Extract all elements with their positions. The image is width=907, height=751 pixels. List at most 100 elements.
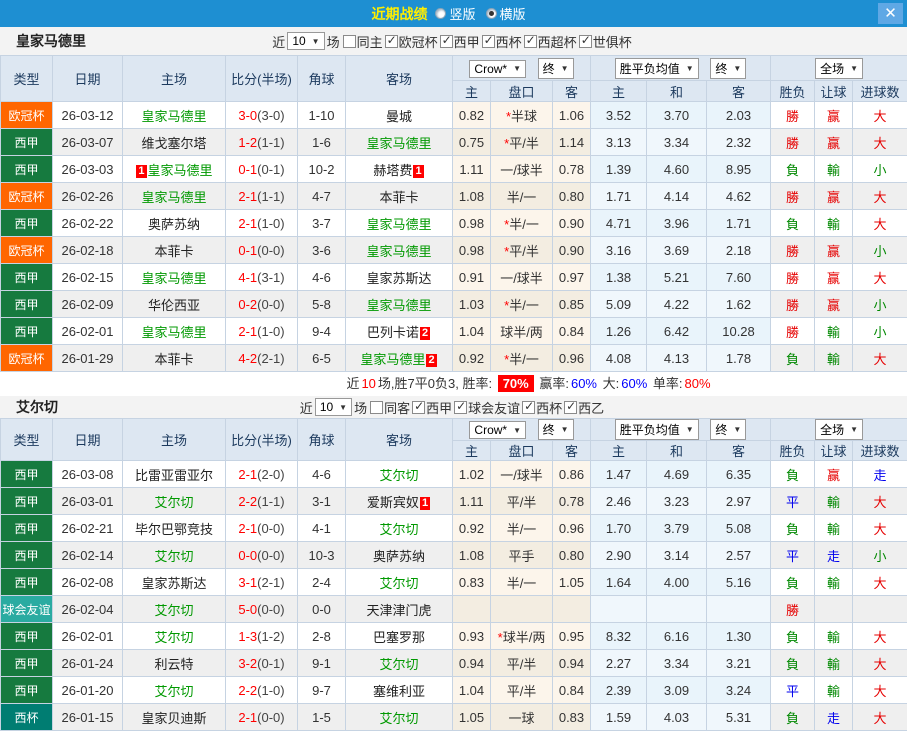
outcome-goals-cell: 小 bbox=[852, 290, 907, 318]
avg-home-cell: 1.39 bbox=[590, 155, 647, 183]
avg-away-cell: 2.03 bbox=[705, 101, 772, 129]
league-filter-checkbox[interactable]: 西甲 bbox=[439, 32, 480, 51]
league-filter-checkbox[interactable]: 西杯 bbox=[522, 398, 562, 417]
corner-cell: 9-4 bbox=[297, 317, 346, 345]
league-filter-checkbox[interactable]: 西超杯 bbox=[523, 32, 577, 51]
titlebar: 近期战绩 竖版 横版 ✕ bbox=[0, 0, 907, 27]
corner-cell: 10-3 bbox=[297, 541, 346, 569]
avg-draw-cell: 3.14 bbox=[646, 541, 707, 569]
away-team-cell: 巴塞罗那 bbox=[345, 622, 453, 650]
outcome-goals-cell: 小 bbox=[852, 155, 907, 183]
match-date-cell: 26-01-20 bbox=[52, 676, 123, 704]
col-odds-away: 客 bbox=[552, 80, 591, 102]
away-team-cell: 皇家马德里 bbox=[345, 236, 453, 264]
layout-vertical-option[interactable]: 竖版 bbox=[435, 4, 476, 23]
outcome-goals-cell: 大 bbox=[852, 101, 907, 129]
match-count-select[interactable]: 10 ▼ bbox=[314, 398, 353, 416]
match-date-cell: 26-02-04 bbox=[52, 595, 123, 623]
corner-cell: 4-1 bbox=[297, 514, 346, 542]
avg-draw-cell bbox=[646, 595, 707, 623]
same-venue-checkbox[interactable]: 同主 bbox=[342, 32, 383, 51]
chevron-down-icon: ▼ bbox=[513, 425, 522, 435]
col-avg-home: 主 bbox=[590, 80, 647, 102]
col-home: 主场 bbox=[122, 418, 226, 461]
bookmaker-select[interactable]: Crow* ▼ bbox=[469, 59, 527, 78]
chevron-down-icon: ▼ bbox=[850, 63, 858, 73]
away-team-cell: 皇家马德里 2 bbox=[345, 344, 453, 372]
handicap-cell: 球半/两 bbox=[490, 317, 553, 345]
odds-time-select[interactable]: 终 ▼ bbox=[537, 57, 574, 79]
match-row: 球会友谊 26-02-04 艾尔切 5-0(0-0) 0-0 天津津门虎勝 bbox=[0, 595, 907, 623]
league-filter-checkbox[interactable]: 欧冠杯 bbox=[384, 32, 438, 51]
halftime-score: (1-1) bbox=[257, 134, 285, 150]
score-cell: 3-2(0-1) bbox=[225, 649, 298, 677]
outcome-handicap-cell: 赢 bbox=[814, 460, 854, 488]
odds-away-cell: 1.06 bbox=[552, 101, 591, 129]
red-card-badge: 1 bbox=[136, 164, 147, 178]
match-count-select[interactable]: 10 ▼ bbox=[287, 32, 325, 50]
league-filter-checkbox[interactable]: 世俱杯 bbox=[578, 32, 632, 51]
corner-cell: 2-8 bbox=[297, 622, 346, 650]
fulltime-score: 2-1 bbox=[238, 323, 258, 339]
avg-time-select[interactable]: 终 ▼ bbox=[710, 57, 747, 79]
outcome-goals-cell: 小 bbox=[852, 541, 907, 569]
col-date: 日期 bbox=[52, 418, 123, 461]
corner-cell: 0-0 bbox=[297, 595, 346, 623]
avg-odds-select[interactable]: 胜平负均值 ▼ bbox=[614, 419, 699, 440]
league-filter-checkbox[interactable]: 西甲 bbox=[412, 398, 452, 417]
odds-home-cell: 0.75 bbox=[452, 128, 491, 156]
bookmaker-select[interactable]: Crow* ▼ bbox=[469, 421, 527, 439]
avg-away-cell: 7.60 bbox=[705, 263, 772, 291]
chevron-down-icon: ▼ bbox=[513, 64, 522, 73]
outcome-goals-cell: 走 bbox=[852, 460, 907, 488]
score-cell: 1-3(1-2) bbox=[225, 622, 298, 650]
full-match-select[interactable]: 全场 ▼ bbox=[815, 57, 863, 79]
halftime-score: (1-1) bbox=[257, 493, 285, 509]
avg-away-cell: 4.62 bbox=[705, 182, 772, 210]
single-rate-value: 80% bbox=[684, 376, 711, 391]
league-filter-label: 欧冠杯 bbox=[398, 34, 438, 50]
avg-time-select[interactable]: 终 ▼ bbox=[710, 419, 747, 440]
outcome-goals-cell: 大 bbox=[852, 622, 907, 650]
score-cell: 2-1(0-0) bbox=[225, 703, 298, 731]
avg-home-cell: 4.08 bbox=[590, 344, 647, 372]
checkbox-checked-icon bbox=[523, 33, 537, 48]
avg-odds-select[interactable]: 胜平负均值 ▼ bbox=[614, 57, 699, 79]
col-type: 类型 bbox=[0, 418, 53, 461]
away-team-cell: 本菲卡 bbox=[345, 182, 453, 210]
outcome-result-cell: 負 bbox=[770, 622, 816, 650]
avg-away-cell: 2.97 bbox=[705, 487, 772, 515]
avg-away-cell: 1.78 bbox=[705, 344, 772, 372]
layout-horizontal-option[interactable]: 横版 bbox=[485, 4, 526, 23]
league-filter-checkbox[interactable]: 西杯 bbox=[481, 32, 522, 51]
odds-home-cell: 0.94 bbox=[452, 649, 491, 677]
team-label: 皇家马德里 bbox=[366, 135, 432, 151]
score-cell: 0-2(0-0) bbox=[225, 290, 298, 318]
same-venue-checkbox[interactable]: 同客 bbox=[370, 398, 410, 417]
avg-away-cell: 5.16 bbox=[705, 568, 772, 596]
col-goals-result: 进球数 bbox=[852, 80, 907, 102]
checkbox-checked-icon bbox=[522, 399, 536, 414]
away-team-cell: 天津津门虎 bbox=[345, 595, 453, 623]
team-label: 皇家马德里 bbox=[360, 351, 426, 367]
col-result: 胜负 bbox=[770, 80, 816, 102]
league-filter-checkbox[interactable]: 西乙 bbox=[564, 398, 604, 417]
league-filter-checkbox[interactable]: 球会友谊 bbox=[454, 398, 520, 417]
avg-home-cell bbox=[590, 595, 647, 623]
away-team-cell: 爱斯宾奴 1 bbox=[345, 487, 453, 515]
home-team-cell: 毕尔巴鄂竞技 bbox=[122, 514, 226, 542]
same-venue-label: 同客 bbox=[384, 400, 411, 416]
halftime-score: (0-1) bbox=[257, 161, 285, 177]
close-button[interactable]: ✕ bbox=[878, 3, 903, 24]
match-row: 西甲 26-02-15 皇家马德里 4-1(3-1) 4-6 皇家苏斯达 0.91 一/球半 0… bbox=[0, 263, 907, 291]
outcome-handicap-cell: 輸 bbox=[814, 649, 854, 677]
outcome-result-cell: 負 bbox=[770, 649, 816, 677]
league-type-cell: 西甲 bbox=[0, 128, 53, 156]
outcome-handicap-cell: 赢 bbox=[814, 263, 854, 291]
avg-draw-cell: 5.21 bbox=[646, 263, 707, 291]
league-type-cell: 西甲 bbox=[0, 514, 53, 542]
live-odds-star: * bbox=[505, 108, 512, 124]
full-match-select[interactable]: 全场 ▼ bbox=[815, 419, 863, 440]
avg-away-cell: 3.21 bbox=[705, 649, 772, 677]
odds-time-select[interactable]: 终 ▼ bbox=[537, 419, 574, 440]
